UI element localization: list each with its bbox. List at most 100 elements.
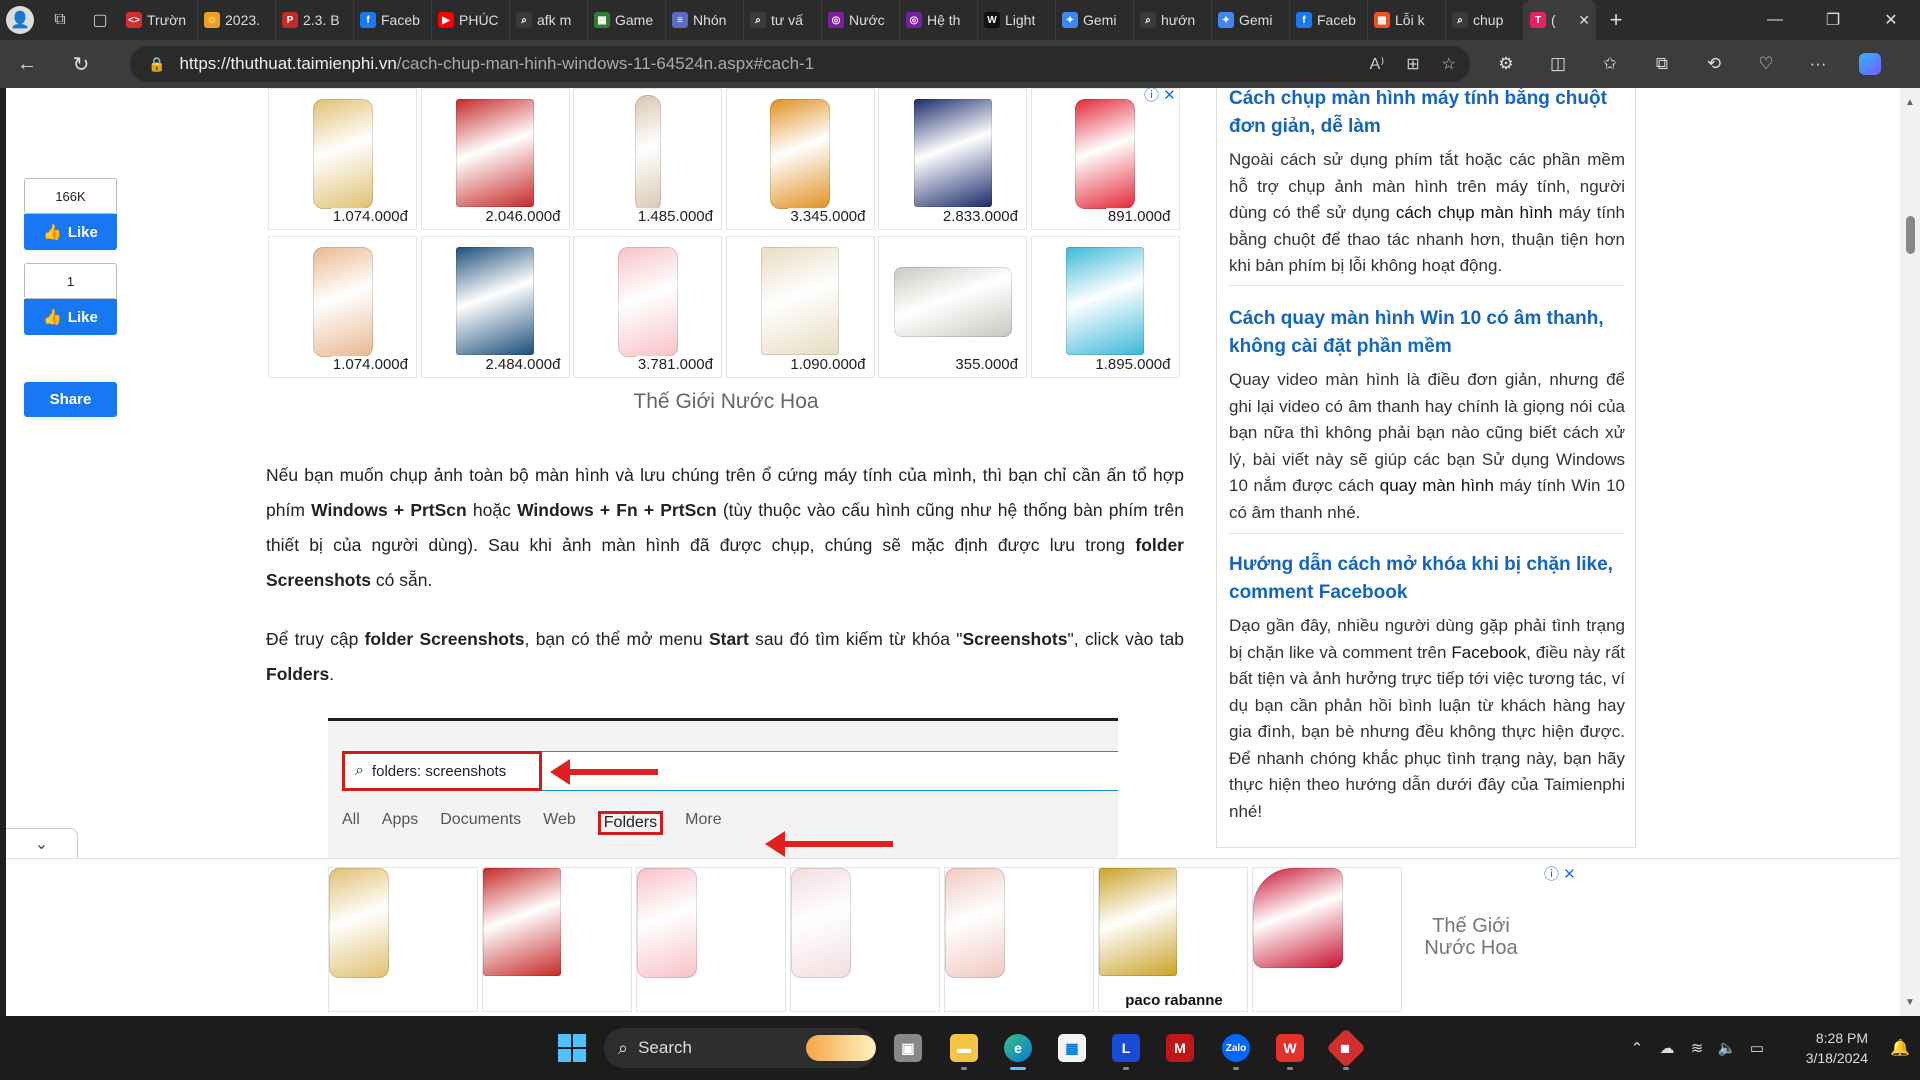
tab-11[interactable]: W Light [978,0,1056,40]
bottom-ad-product-tile[interactable] [1252,867,1402,1012]
tab-8[interactable]: ⌕ tư vấ [744,0,822,40]
split-screen-icon[interactable]: ◫ [1532,40,1584,88]
link-text[interactable]: quay màn hình [1380,476,1494,495]
tab-13[interactable]: ⌕ hướn [1134,0,1212,40]
history-icon[interactable]: ⟲ [1688,40,1740,88]
l-app-icon: L [1112,1034,1140,1062]
wifi-icon[interactable]: ≋ [1682,1039,1712,1057]
ad-product-tile[interactable]: 1.895.000đ [1030,236,1180,378]
tab-15[interactable]: f Faceb [1290,0,1368,40]
bottom-ad-product-tile[interactable] [790,867,940,1012]
taskbar-app-l[interactable]: L [1102,1024,1150,1072]
tab-active[interactable]: T ( ✕ [1524,0,1596,40]
ad-product-tile[interactable]: 3.781.000đ [573,236,722,378]
ad-product-tile[interactable]: 2.046.000đ [420,88,570,230]
read-aloud-icon[interactable]: A⁾ [1370,54,1385,74]
taskbar-edge[interactable]: e [994,1024,1042,1072]
ad-product-tile[interactable]: 2.484.000đ [420,236,570,378]
taskbar-store[interactable]: ▦ [1048,1024,1096,1072]
task-view-button[interactable]: ▣ [884,1024,932,1072]
ad-product-tile[interactable]: 355.000đ [878,236,1027,378]
collapse-ad-button[interactable]: ⌄ [6,828,78,858]
ad-choices-icon[interactable]: ⓘ ✕ [1144,88,1176,105]
favorites-icon[interactable]: ✩ [1584,40,1636,88]
facebook-like-button[interactable]: 👍 Like [24,214,117,250]
tab-12[interactable]: ✦ Gemi [1056,0,1134,40]
tab-14[interactable]: ✦ Gemi [1212,0,1290,40]
bottom-ad-product-tile[interactable] [636,867,786,1012]
ad-product-tile[interactable]: 1.090.000đ [725,236,875,378]
tab-16[interactable]: ▦ Lỗi k [1368,0,1446,40]
tab-4[interactable]: ▶ PHÚC [432,0,510,40]
app-available-icon[interactable]: ⊞ [1406,54,1419,74]
tab-close-icon[interactable]: ✕ [1578,12,1590,29]
scrollbar-thumb[interactable] [1906,216,1915,254]
taskbar-mcafee[interactable]: M [1156,1024,1204,1072]
link-text[interactable]: Facebook [1451,643,1526,662]
scroll-down-icon[interactable]: ▼ [1900,994,1920,1012]
address-bar[interactable]: 🔒 https://thuthuat.taimienphi.vn/cach-ch… [130,46,1470,82]
ad-product-tile[interactable]: 2.833.000đ [878,88,1027,230]
ad-product-tile[interactable]: 1.485.000đ [573,88,722,230]
clock[interactable]: 8:28 PM 3/18/2024 [1778,1028,1868,1068]
tab-10[interactable]: ◎ Hệ th [900,0,978,40]
tab-2[interactable]: P 2.3. B [276,0,354,40]
bottom-ad-product-tile[interactable]: paco rabanne [1098,867,1248,1012]
onedrive-icon[interactable]: ☁ [1652,1039,1682,1057]
ad-product-tile[interactable]: 1.074.000đ [268,88,417,230]
refresh-button[interactable]: ↻ [54,40,108,88]
restore-button[interactable]: ❐ [1804,0,1862,40]
battery-icon[interactable]: ▭ [1742,1039,1772,1057]
zalo-icon: Zalo [1222,1034,1250,1062]
close-window-button[interactable]: ✕ [1862,0,1920,40]
facebook-share-button[interactable]: Share [24,382,117,417]
page-scrollbar[interactable]: ▲ ▼ [1900,88,1920,1016]
related-article-title[interactable]: Cách quay màn hình Win 10 có âm thanh, k… [1229,305,1625,361]
chevron-up-icon[interactable]: ⌃ [1622,1039,1652,1057]
perfume-ad-grid[interactable]: 1.074.000đ 2.046.000đ 1.485.000đ 3.345.000đ… [268,88,1184,378]
bottom-ad-product-tile[interactable] [944,867,1094,1012]
taskbar-zalo[interactable]: Zalo [1212,1024,1260,1072]
taskbar-wps[interactable]: W [1266,1024,1314,1072]
bottom-ad-product-tile[interactable] [482,867,632,1012]
more-menu-icon[interactable]: ··· [1792,40,1844,88]
facebook-like-button[interactable]: 👍 Like [24,299,117,335]
related-article-title[interactable]: Cách chụp màn hình máy tính bằng chuột đ… [1229,88,1625,141]
tab-6[interactable]: ▦ Game [588,0,666,40]
start-button[interactable] [548,1024,596,1072]
notification-bell-icon[interactable]: 🔔 [1880,1038,1920,1058]
bottom-sticky-ad[interactable]: paco rabanne Thế Giới Nước Hoa ⓘ ✕ [6,858,1900,1016]
back-button[interactable]: ← [0,40,54,88]
related-article-title[interactable]: Hướng dẫn cách mở khóa khi bị chặn like,… [1229,551,1625,607]
scroll-up-icon[interactable]: ▲ [1900,94,1920,112]
tab-9[interactable]: ◎ Nước [822,0,900,40]
tab-7[interactable]: ≡ Nhón [666,0,744,40]
tab-1[interactable]: ☺ 2023. [198,0,276,40]
ad-product-tile[interactable]: 1.074.000đ [268,236,417,378]
tab-17[interactable]: ⌕ chup [1446,0,1524,40]
bottom-ad-product-tile[interactable] [328,867,478,1012]
ad-caption[interactable]: Thế Giới Nước Hoa [268,390,1184,414]
extensions-icon[interactable]: ⚙ [1480,40,1532,88]
profile-button[interactable]: 👤 [0,0,40,40]
tab-actions-icon[interactable]: ▢ [80,0,120,40]
speaker-icon[interactable]: 🔈 [1712,1039,1742,1057]
copilot-icon[interactable] [1844,40,1896,88]
tab-0[interactable]: <> Trườn [120,0,198,40]
new-tab-button[interactable]: + [1596,0,1636,40]
tab-5[interactable]: ⌕ afk m [510,0,588,40]
workspaces-icon[interactable]: ⧉ [40,0,80,40]
taskbar-file-explorer[interactable]: ▬ [940,1024,988,1072]
minimize-button[interactable]: — [1746,0,1804,40]
taskbar-app-red[interactable]: ◆ [1322,1024,1370,1072]
ad-product-tile[interactable]: 3.345.000đ [725,88,875,230]
browser-essentials-icon[interactable]: ♡ [1740,40,1792,88]
favorite-star-icon[interactable]: ☆ [1442,54,1456,74]
collections-icon[interactable]: ⧉ [1636,40,1688,88]
tab-3[interactable]: f Faceb [354,0,432,40]
ad-choices-icon[interactable]: ⓘ ✕ [1544,863,1576,884]
link-text[interactable]: cách chụp màn hình [1396,203,1553,222]
taskbar-search[interactable]: ⌕ Search [604,1028,876,1068]
ad-product-tile[interactable]: 891.000đ [1030,88,1180,230]
bottom-ad-brand[interactable]: Thế Giới Nước Hoa [1406,915,1536,959]
